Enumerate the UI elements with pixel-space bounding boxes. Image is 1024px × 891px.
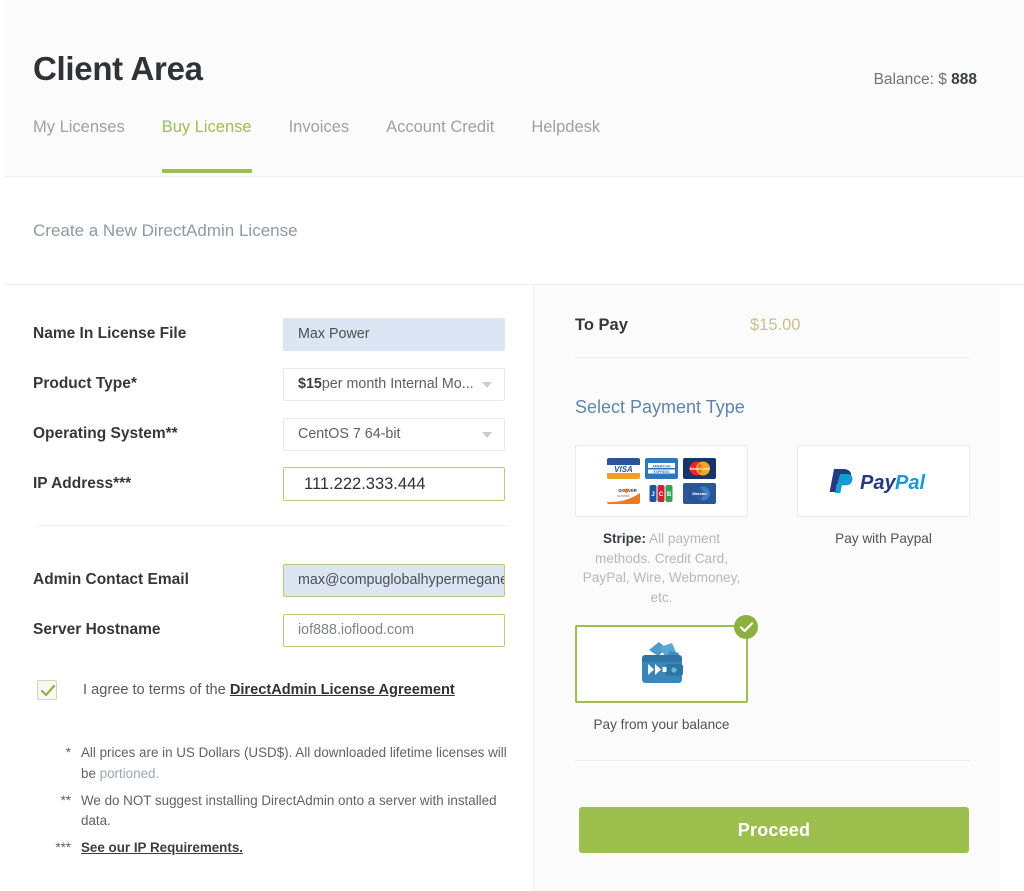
to-pay-amount: $15.00 (750, 316, 800, 335)
svg-text:AMERICAN: AMERICAN (652, 464, 671, 468)
jcb-icon: J C B (645, 483, 678, 504)
tab-account-credit[interactable]: Account Credit (386, 118, 494, 173)
wallet-icon (633, 638, 691, 690)
row-server-hostname: Server Hostname iof888.ioflood.com (33, 605, 505, 655)
input-name-in-license-file[interactable]: Max Power (283, 318, 505, 351)
check-icon (740, 622, 753, 633)
svg-text:MasterCard: MasterCard (690, 467, 710, 471)
tab-buy-license[interactable]: Buy License (162, 118, 252, 173)
stripe-box[interactable]: VISA AMERICAN EXPRESS (575, 445, 748, 517)
svg-text:VISA: VISA (614, 465, 633, 474)
row-ip-address: IP Address*** 111.222.333.444 (33, 459, 505, 509)
footnote-double-star: ** We do NOT suggest installing DirectAd… (37, 791, 507, 833)
balance-display: Balance: $ 888 (874, 71, 977, 89)
label-ip-address: IP Address*** (33, 475, 283, 493)
select-operating-system[interactable]: CentOS 7 64-bit (283, 418, 505, 451)
selected-check-badge (734, 615, 758, 639)
nav-tabs: My Licenses Buy License Invoices Account… (33, 118, 637, 173)
select-product-type[interactable]: $15 per month Internal Mo... (283, 368, 505, 401)
input-ip-address[interactable]: 111.222.333.444 (283, 467, 505, 501)
footnote-triple-star: *** See our IP Requirements. (37, 838, 507, 859)
footnote-marker: * (37, 743, 81, 785)
footnote-portioned-link[interactable]: portioned. (100, 766, 160, 781)
agree-terms-checkbox[interactable] (37, 680, 57, 700)
payment-divider-top (575, 357, 970, 358)
ip-requirements-link[interactable]: See our IP Requirements. (81, 840, 243, 855)
content-body: Name In License File Max Power Product T… (5, 285, 1024, 891)
balance-box[interactable] (575, 625, 748, 703)
label-name-in-license-file: Name In License File (33, 325, 283, 343)
discover-icon: DISC VER NETWORK (607, 483, 640, 504)
balance-amount: 888 (951, 71, 977, 88)
paypal-logo-icon: Pay Pal (828, 466, 940, 496)
select-payment-type-title: Select Payment Type (575, 397, 745, 418)
footnote-body: See our IP Requirements. (81, 838, 507, 859)
paypal-box[interactable]: Pay Pal (797, 445, 970, 517)
label-admin-contact-email: Admin Contact Email (33, 571, 283, 589)
svg-text:B: B (667, 492, 672, 498)
svg-text:J: J (651, 492, 654, 498)
product-type-rest: per month Internal Mo... (322, 376, 474, 392)
svg-text:VER: VER (628, 488, 638, 493)
chevron-down-icon (482, 432, 492, 438)
operating-system-value: CentOS 7 64-bit (298, 426, 401, 442)
to-pay-label: To Pay (575, 316, 750, 335)
row-admin-contact-email: Admin Contact Email max@compuglobalhyper… (33, 555, 505, 605)
row-operating-system: Operating System** CentOS 7 64-bit (33, 409, 505, 459)
payment-column: To Pay $15.00 Select Payment Type (533, 285, 1000, 891)
client-area-page: Client Area Balance: $ 888 My Licenses B… (0, 0, 1024, 891)
directadmin-license-agreement-link[interactable]: DirectAdmin License Agreement (230, 682, 455, 698)
footnote-single-star: * All prices are in US Dollars (USD$). A… (37, 743, 507, 785)
row-product-type: Product Type* $15 per month Internal Mo.… (33, 359, 505, 409)
footnote-marker: ** (37, 791, 81, 833)
input-admin-contact-email[interactable]: max@compuglobalhypermeganet.com (283, 564, 505, 597)
visa-icon: VISA (607, 458, 640, 479)
svg-text:EXPRESS: EXPRESS (653, 470, 670, 474)
tab-invoices[interactable]: Invoices (289, 118, 350, 173)
product-type-price: $15 (298, 376, 322, 392)
subtitle-band: Create a New DirectAdmin License (5, 177, 1024, 285)
card-logos: VISA AMERICAN EXPRESS (607, 458, 716, 504)
balance-label: Balance: $ (874, 71, 947, 88)
footnote-text: We do NOT suggest installing DirectAdmin… (81, 791, 507, 833)
form-divider (37, 525, 509, 526)
paypal-caption: Pay with Paypal (797, 529, 970, 549)
footnotes: * All prices are in US Dollars (USD$). A… (37, 743, 507, 865)
license-form-column: Name In License File Max Power Product T… (5, 285, 533, 891)
label-server-hostname: Server Hostname (33, 621, 283, 639)
agree-terms-prefix: I agree to terms of the (83, 682, 230, 698)
to-pay-row: To Pay $15.00 (575, 316, 970, 335)
svg-text:NETWORK: NETWORK (617, 495, 630, 498)
mastercard-icon: MasterCard (683, 458, 716, 479)
stripe-caption-strong: Stripe: (603, 531, 646, 546)
row-name-in-license-file: Name In License File Max Power (33, 309, 505, 359)
input-server-hostname[interactable]: iof888.ioflood.com (283, 614, 505, 647)
svg-text:Maestro: Maestro (692, 492, 707, 496)
tab-my-licenses[interactable]: My Licenses (33, 118, 125, 173)
footnote-body: All prices are in US Dollars (USD$). All… (81, 743, 507, 785)
svg-text:Pay: Pay (860, 472, 896, 494)
payment-divider-bottom (575, 760, 970, 761)
label-product-type: Product Type* (33, 375, 283, 393)
payment-option-balance[interactable]: Pay from your balance (575, 625, 748, 735)
svg-text:Pal: Pal (895, 472, 925, 494)
maestro-icon: Maestro (683, 483, 716, 504)
page-title: Client Area (33, 50, 203, 88)
balance-caption: Pay from your balance (575, 715, 748, 735)
payment-option-stripe[interactable]: VISA AMERICAN EXPRESS (575, 445, 748, 608)
check-icon (41, 685, 55, 697)
agree-terms-row: I agree to terms of the DirectAdmin Lice… (37, 680, 455, 700)
stripe-caption: Stripe: All payment methods. Credit Card… (575, 529, 748, 608)
agree-terms-text: I agree to terms of the DirectAdmin Lice… (83, 682, 455, 698)
label-operating-system: Operating System** (33, 425, 283, 443)
proceed-button[interactable]: Proceed (579, 807, 969, 853)
section-subtitle: Create a New DirectAdmin License (33, 221, 298, 241)
page-header: Client Area Balance: $ 888 My Licenses B… (5, 0, 1024, 177)
footnote-marker: *** (37, 838, 81, 859)
american-express-icon: AMERICAN EXPRESS (645, 458, 678, 479)
svg-text:C: C (659, 492, 664, 498)
tab-helpdesk[interactable]: Helpdesk (531, 118, 600, 173)
chevron-down-icon (482, 382, 492, 388)
payment-option-paypal[interactable]: Pay Pal Pay with Paypal (797, 445, 970, 549)
